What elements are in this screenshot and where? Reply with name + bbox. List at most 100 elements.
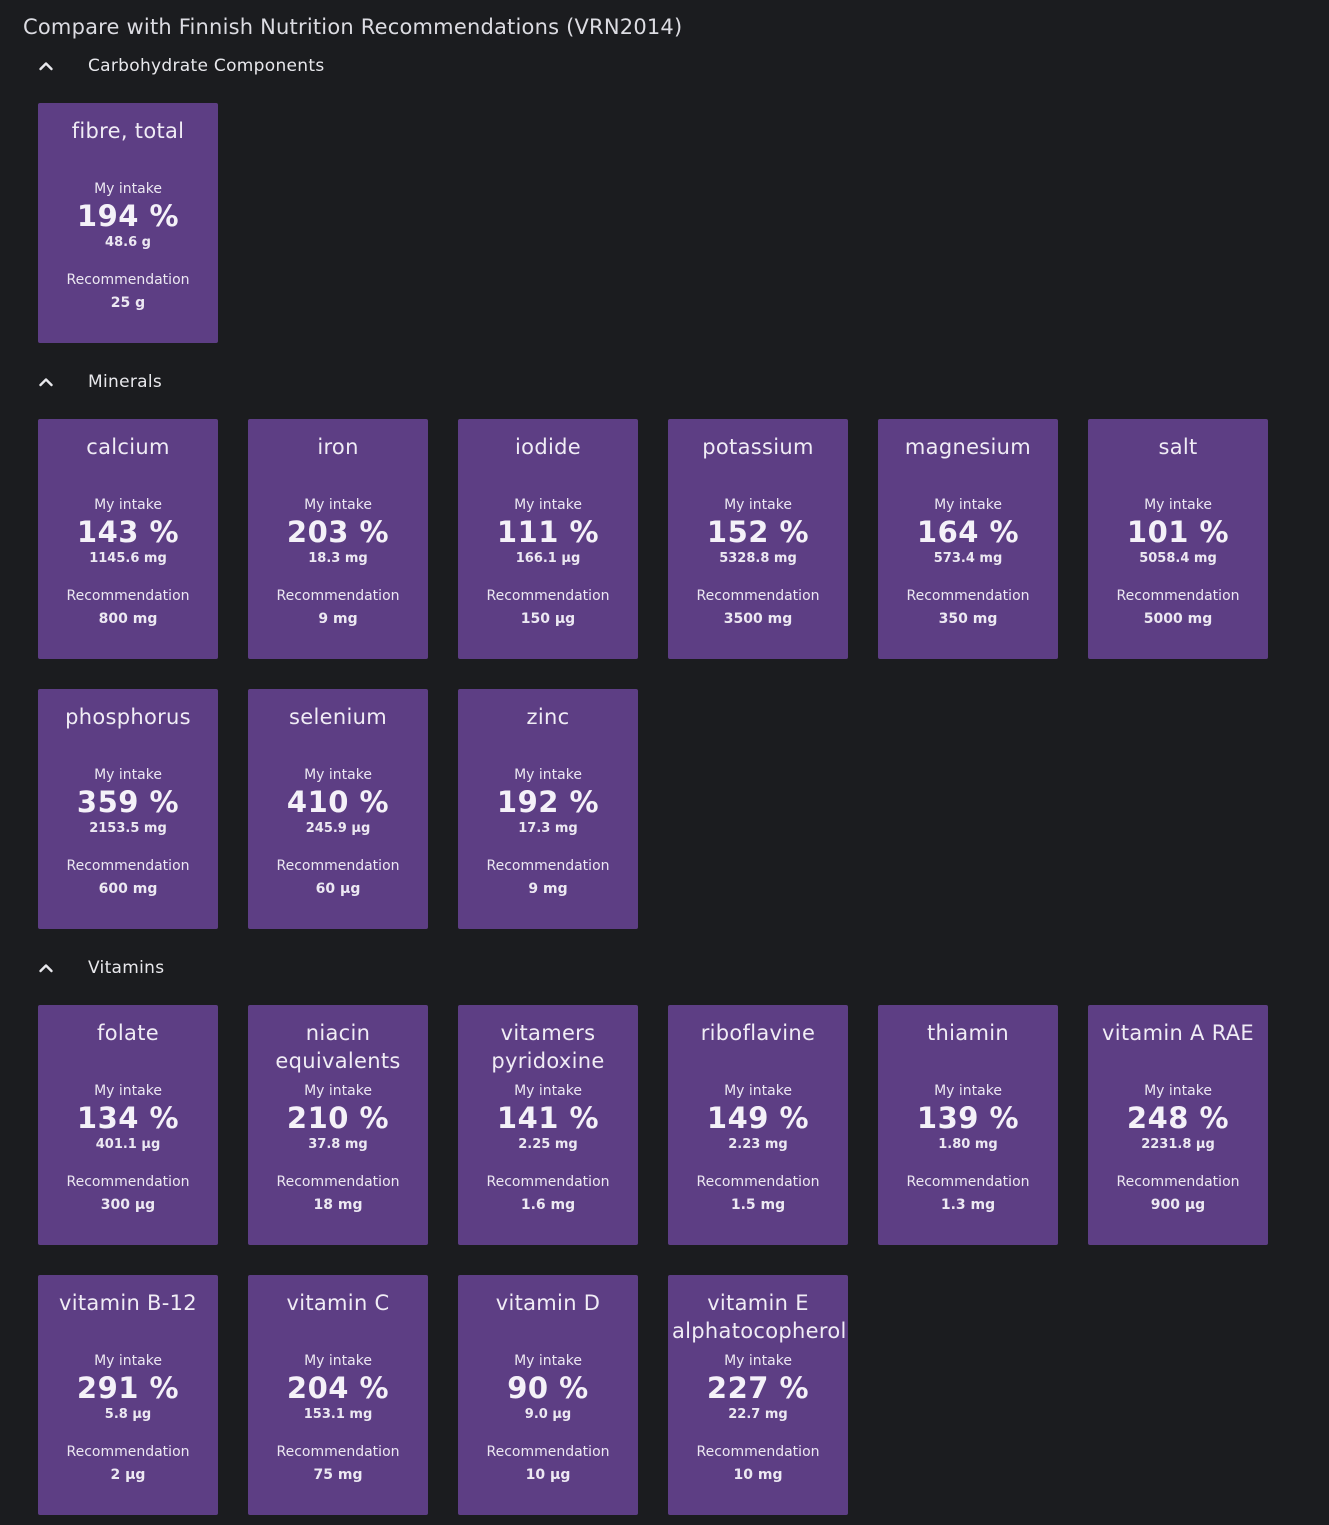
recommendation-amount: 300 µg bbox=[100, 1197, 156, 1213]
intake-percent: 164 % bbox=[916, 515, 1020, 549]
nutrient-card-potassium[interactable]: potassium My intake 152 % 5328.8 mg Reco… bbox=[668, 419, 848, 659]
intake-label: My intake bbox=[304, 497, 372, 513]
intake-amount: 9.0 µg bbox=[524, 1407, 572, 1422]
nutrient-card-selenium[interactable]: selenium My intake 410 % 245.9 µg Recomm… bbox=[248, 689, 428, 929]
nutrient-card-fibre-total[interactable]: fibre, total My intake 194 % 48.6 g Reco… bbox=[38, 103, 218, 343]
nutrient-name: fibre, total bbox=[71, 119, 185, 143]
intake-label: My intake bbox=[934, 497, 1002, 513]
recommendation-label: Recommendation bbox=[66, 858, 190, 874]
intake-amount: 245.9 µg bbox=[305, 821, 371, 836]
nutrient-card-vitamin-b-12[interactable]: vitamin B-12 My intake 291 % 5.8 µg Reco… bbox=[38, 1275, 218, 1515]
intake-label: My intake bbox=[514, 767, 582, 783]
recommendation-label: Recommendation bbox=[66, 272, 190, 288]
nutrient-name: riboflavine bbox=[700, 1021, 816, 1045]
recommendation-amount: 1.3 mg bbox=[940, 1197, 996, 1213]
nutrient-name: vitamin E alphatocopherol bbox=[672, 1291, 847, 1343]
intake-percent: 227 % bbox=[706, 1371, 810, 1405]
nutrient-name: calcium bbox=[86, 435, 170, 459]
intake-label: My intake bbox=[94, 767, 162, 783]
intake-percent: 134 % bbox=[76, 1101, 180, 1135]
intake-amount: 573.4 mg bbox=[933, 551, 1003, 566]
intake-amount: 5058.4 mg bbox=[1139, 551, 1217, 566]
nutrient-card-iodide[interactable]: iodide My intake 111 % 166.1 µg Recommen… bbox=[458, 419, 638, 659]
nutrient-card-vitamin-d[interactable]: vitamin D My intake 90 % 9.0 µg Recommen… bbox=[458, 1275, 638, 1515]
intake-percent: 90 % bbox=[507, 1371, 589, 1405]
recommendation-label: Recommendation bbox=[906, 1174, 1030, 1190]
nutrient-name: vitamers pyridoxine bbox=[491, 1021, 605, 1073]
intake-percent: 101 % bbox=[1126, 515, 1230, 549]
nutrient-name: niacin equivalents bbox=[275, 1021, 401, 1073]
recommendation-amount: 5000 mg bbox=[1143, 611, 1213, 627]
section-label: Carbohydrate Components bbox=[88, 56, 325, 76]
nutrient-name: vitamin C bbox=[286, 1291, 390, 1315]
recommendation-amount: 9 mg bbox=[318, 611, 358, 627]
recommendation-label: Recommendation bbox=[696, 588, 820, 604]
intake-amount: 22.7 mg bbox=[728, 1407, 788, 1422]
nutrient-name: thiamin bbox=[927, 1021, 1009, 1045]
nutrient-card-vitamin-e-alphatocopherol[interactable]: vitamin E alphatocopherol My intake 227 … bbox=[668, 1275, 848, 1515]
nutrient-card-folate[interactable]: folate My intake 134 % 401.1 µg Recommen… bbox=[38, 1005, 218, 1245]
nutrition-comparison-page: Compare with Finnish Nutrition Recommend… bbox=[0, 0, 1329, 1525]
nutrient-name: potassium bbox=[702, 435, 814, 459]
intake-label: My intake bbox=[514, 1353, 582, 1369]
recommendation-amount: 1.5 mg bbox=[730, 1197, 786, 1213]
intake-percent: 143 % bbox=[76, 515, 180, 549]
recommendation-amount: 10 mg bbox=[733, 1467, 783, 1483]
nutrient-card-calcium[interactable]: calcium My intake 143 % 1145.6 mg Recomm… bbox=[38, 419, 218, 659]
recommendation-label: Recommendation bbox=[1116, 1174, 1240, 1190]
intake-amount: 166.1 µg bbox=[515, 551, 581, 566]
intake-percent: 192 % bbox=[496, 785, 600, 819]
intake-amount: 1.80 mg bbox=[938, 1137, 998, 1152]
intake-label: My intake bbox=[94, 1353, 162, 1369]
nutrient-card-vitamin-a-rae[interactable]: vitamin A RAE My intake 248 % 2231.8 µg … bbox=[1088, 1005, 1268, 1245]
intake-percent: 194 % bbox=[76, 199, 180, 233]
nutrient-card-magnesium[interactable]: magnesium My intake 164 % 573.4 mg Recom… bbox=[878, 419, 1058, 659]
nutrient-card-phosphorus[interactable]: phosphorus My intake 359 % 2153.5 mg Rec… bbox=[38, 689, 218, 929]
card-grid-vitamins: folate My intake 134 % 401.1 µg Recommen… bbox=[38, 1005, 1298, 1515]
nutrient-card-vitamers-pyridoxine[interactable]: vitamers pyridoxine My intake 141 % 2.25… bbox=[458, 1005, 638, 1245]
intake-percent: 152 % bbox=[706, 515, 810, 549]
intake-amount: 17.3 mg bbox=[518, 821, 578, 836]
section-toggle-vitamins[interactable]: Vitamins bbox=[38, 953, 164, 983]
nutrient-card-thiamin[interactable]: thiamin My intake 139 % 1.80 mg Recommen… bbox=[878, 1005, 1058, 1245]
intake-label: My intake bbox=[934, 1083, 1002, 1099]
nutrient-card-salt[interactable]: salt My intake 101 % 5058.4 mg Recommend… bbox=[1088, 419, 1268, 659]
recommendation-label: Recommendation bbox=[66, 1174, 190, 1190]
recommendation-label: Recommendation bbox=[696, 1444, 820, 1460]
recommendation-amount: 3500 mg bbox=[723, 611, 793, 627]
intake-label: My intake bbox=[724, 497, 792, 513]
recommendation-amount: 350 mg bbox=[938, 611, 998, 627]
intake-amount: 2153.5 mg bbox=[89, 821, 167, 836]
intake-label: My intake bbox=[304, 1083, 372, 1099]
section-toggle-minerals[interactable]: Minerals bbox=[38, 367, 162, 397]
recommendation-label: Recommendation bbox=[66, 588, 190, 604]
recommendation-amount: 900 µg bbox=[1150, 1197, 1206, 1213]
intake-percent: 204 % bbox=[286, 1371, 390, 1405]
chevron-up-icon bbox=[39, 964, 53, 973]
intake-percent: 291 % bbox=[76, 1371, 180, 1405]
recommendation-label: Recommendation bbox=[486, 588, 610, 604]
nutrient-name: iodide bbox=[515, 435, 581, 459]
chevron-up-icon bbox=[39, 378, 53, 387]
recommendation-label: Recommendation bbox=[276, 1444, 400, 1460]
nutrient-card-niacin-equivalents[interactable]: niacin equivalents My intake 210 % 37.8 … bbox=[248, 1005, 428, 1245]
intake-label: My intake bbox=[514, 497, 582, 513]
nutrient-card-iron[interactable]: iron My intake 203 % 18.3 mg Recommendat… bbox=[248, 419, 428, 659]
nutrient-card-vitamin-c[interactable]: vitamin C My intake 204 % 153.1 mg Recom… bbox=[248, 1275, 428, 1515]
recommendation-label: Recommendation bbox=[276, 858, 400, 874]
nutrient-name: iron bbox=[317, 435, 359, 459]
intake-percent: 139 % bbox=[916, 1101, 1020, 1135]
intake-amount: 153.1 mg bbox=[303, 1407, 373, 1422]
nutrient-card-zinc[interactable]: zinc My intake 192 % 17.3 mg Recommendat… bbox=[458, 689, 638, 929]
intake-amount: 2.25 mg bbox=[518, 1137, 578, 1152]
recommendation-amount: 9 mg bbox=[528, 881, 568, 897]
recommendation-amount: 2 µg bbox=[110, 1467, 146, 1483]
card-grid-carbohydrate-components: fibre, total My intake 194 % 48.6 g Reco… bbox=[38, 103, 1298, 343]
nutrient-card-riboflavine[interactable]: riboflavine My intake 149 % 2.23 mg Reco… bbox=[668, 1005, 848, 1245]
recommendation-amount: 1.6 mg bbox=[520, 1197, 576, 1213]
section-toggle-carbohydrate-components[interactable]: Carbohydrate Components bbox=[38, 51, 324, 81]
intake-label: My intake bbox=[1144, 497, 1212, 513]
nutrient-name: phosphorus bbox=[65, 705, 191, 729]
intake-amount: 2231.8 µg bbox=[1141, 1137, 1215, 1152]
intake-label: My intake bbox=[724, 1083, 792, 1099]
